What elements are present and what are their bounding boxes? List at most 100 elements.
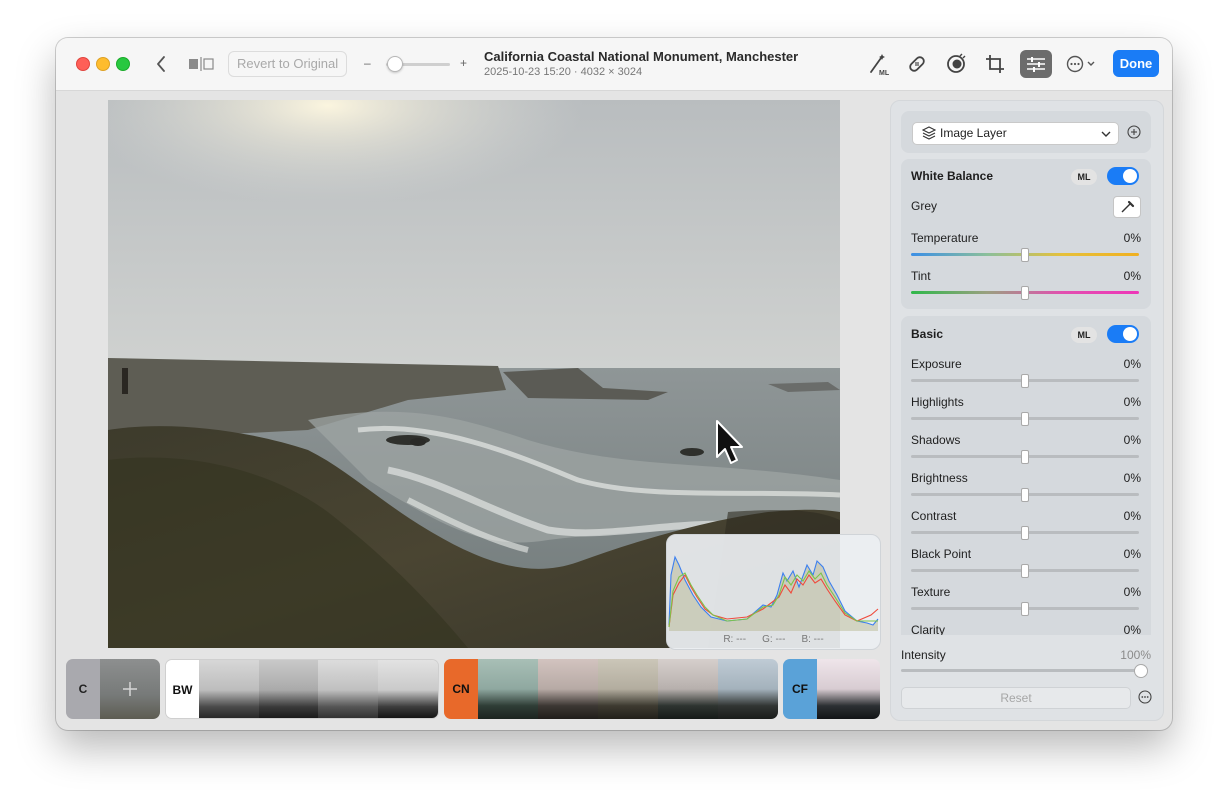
white-balance-title: White Balance bbox=[911, 169, 994, 183]
photo-title: California Coastal National Monument, Ma… bbox=[484, 49, 799, 64]
highlights-value: 0% bbox=[1123, 395, 1141, 409]
close-window-button[interactable] bbox=[76, 57, 90, 71]
preset-thumb[interactable] bbox=[538, 659, 598, 719]
layers-icon bbox=[922, 126, 936, 140]
minimize-window-button[interactable] bbox=[96, 57, 110, 71]
compare-split-icon[interactable] bbox=[187, 55, 215, 73]
texture-slider-knob[interactable] bbox=[1021, 602, 1029, 616]
highlights-slider-knob[interactable] bbox=[1021, 412, 1029, 426]
preset-tab-bw[interactable]: BW bbox=[166, 660, 199, 718]
black-point-label: Black Point bbox=[911, 547, 972, 561]
preset-group-cf[interactable]: CF bbox=[783, 659, 880, 719]
highlights-label: Highlights bbox=[911, 395, 964, 409]
chevron-down-icon bbox=[1101, 131, 1111, 137]
temperature-slider[interactable] bbox=[911, 248, 1139, 262]
eyedropper-icon bbox=[1121, 200, 1135, 213]
temperature-slider-knob[interactable] bbox=[1021, 248, 1029, 262]
tint-slider[interactable] bbox=[911, 286, 1139, 300]
zoom-slider-knob[interactable] bbox=[387, 56, 403, 72]
preset-thumb[interactable] bbox=[318, 660, 379, 718]
zoom-in-button[interactable]: + bbox=[460, 56, 467, 70]
white-balance-section: White Balance ML Grey Temperature 0% Tin… bbox=[901, 159, 1151, 309]
black-point-value: 0% bbox=[1123, 547, 1141, 561]
zoom-out-button[interactable]: – bbox=[364, 56, 371, 70]
highlights-slider[interactable] bbox=[911, 412, 1139, 426]
brightness-slider-knob[interactable] bbox=[1021, 488, 1029, 502]
layer-select-label: Image Layer bbox=[940, 126, 1007, 140]
preset-group-cn[interactable]: CN bbox=[444, 659, 778, 719]
reset-options-icon[interactable] bbox=[1138, 690, 1152, 704]
preset-thumb[interactable] bbox=[478, 659, 538, 719]
histogram-readout: R: --- G: --- B: --- bbox=[667, 634, 880, 645]
preset-thumb[interactable] bbox=[817, 659, 880, 719]
preset-thumb[interactable] bbox=[718, 659, 778, 719]
intensity-slider-knob[interactable] bbox=[1134, 664, 1148, 678]
preset-add-thumb[interactable] bbox=[100, 659, 160, 719]
tint-label: Tint bbox=[911, 269, 931, 283]
brightness-value: 0% bbox=[1123, 471, 1141, 485]
adjust-button[interactable] bbox=[1020, 50, 1052, 78]
intensity-value: 100% bbox=[1120, 648, 1151, 662]
black-point-slider-knob[interactable] bbox=[1021, 564, 1029, 578]
white-balance-ml-button[interactable]: ML bbox=[1071, 169, 1097, 185]
add-layer-icon[interactable] bbox=[1127, 125, 1141, 139]
basic-toggle[interactable] bbox=[1107, 325, 1139, 343]
contrast-slider[interactable] bbox=[911, 526, 1139, 540]
temperature-label: Temperature bbox=[911, 231, 979, 245]
histogram-graph bbox=[668, 555, 879, 631]
reset-button[interactable]: Reset bbox=[901, 687, 1131, 709]
adjust-panel: Image Layer White Balance ML Grey Temper… bbox=[890, 100, 1164, 721]
ml-badge-text: ML bbox=[879, 70, 890, 76]
adjust-sliders-icon bbox=[1027, 57, 1045, 72]
preset-thumb[interactable] bbox=[258, 660, 319, 718]
mouse-cursor-icon bbox=[716, 420, 743, 464]
preset-tab-cf[interactable]: CF bbox=[783, 659, 817, 719]
magic-wand-ml-icon[interactable]: ML bbox=[866, 52, 892, 76]
black-point-slider[interactable] bbox=[911, 564, 1139, 578]
shadows-value: 0% bbox=[1123, 433, 1141, 447]
preset-thumb[interactable] bbox=[198, 660, 259, 718]
exposure-slider[interactable] bbox=[911, 374, 1139, 388]
preset-tab-cn[interactable]: CN bbox=[444, 659, 478, 719]
plus-icon bbox=[123, 682, 137, 696]
basic-ml-button[interactable]: ML bbox=[1071, 327, 1097, 343]
bandage-retouch-icon[interactable] bbox=[905, 52, 929, 76]
histogram-green-value: G: --- bbox=[762, 634, 786, 645]
grey-label: Grey bbox=[911, 199, 938, 213]
contrast-value: 0% bbox=[1123, 509, 1141, 523]
preset-thumb[interactable] bbox=[598, 659, 658, 719]
red-eye-icon[interactable] bbox=[944, 52, 968, 76]
zoom-window-button[interactable] bbox=[116, 57, 130, 71]
histogram-blue-value: B: --- bbox=[801, 634, 824, 645]
exposure-slider-knob[interactable] bbox=[1021, 374, 1029, 388]
exposure-label: Exposure bbox=[911, 357, 962, 371]
texture-slider[interactable] bbox=[911, 602, 1139, 616]
histogram-red-value: R: --- bbox=[723, 634, 747, 645]
temperature-value: 0% bbox=[1123, 231, 1141, 245]
more-ellipsis-icon[interactable] bbox=[1064, 54, 1100, 74]
shadows-label: Shadows bbox=[911, 433, 961, 447]
done-button[interactable]: Done bbox=[1113, 50, 1159, 77]
contrast-slider-knob[interactable] bbox=[1021, 526, 1029, 540]
shadows-slider-knob[interactable] bbox=[1021, 450, 1029, 464]
layer-select[interactable]: Image Layer bbox=[912, 122, 1119, 145]
revert-to-original-button[interactable]: Revert to Original bbox=[228, 51, 348, 77]
preset-group-bw[interactable]: BW bbox=[165, 659, 439, 719]
intensity-label: Intensity bbox=[901, 648, 946, 662]
shadows-slider[interactable] bbox=[911, 450, 1139, 464]
brightness-slider[interactable] bbox=[911, 488, 1139, 502]
brightness-label: Brightness bbox=[911, 471, 968, 485]
white-balance-toggle[interactable] bbox=[1107, 167, 1139, 185]
preset-thumb[interactable] bbox=[378, 660, 438, 718]
tint-slider-knob[interactable] bbox=[1021, 286, 1029, 300]
crop-icon[interactable] bbox=[983, 52, 1007, 76]
eyedropper-button[interactable] bbox=[1113, 196, 1141, 218]
back-chevron-icon[interactable] bbox=[152, 54, 170, 74]
preset-tab-c[interactable]: C bbox=[66, 659, 100, 719]
basic-title: Basic bbox=[911, 327, 944, 341]
preset-thumb[interactable] bbox=[658, 659, 718, 719]
photo-metadata: 2025-10-23 15:20 · 4032 × 3024 bbox=[484, 66, 643, 78]
histogram-overlay: R: --- G: --- B: --- bbox=[666, 534, 881, 650]
preset-group-c[interactable]: C bbox=[66, 659, 160, 719]
intensity-slider[interactable] bbox=[901, 664, 1148, 678]
